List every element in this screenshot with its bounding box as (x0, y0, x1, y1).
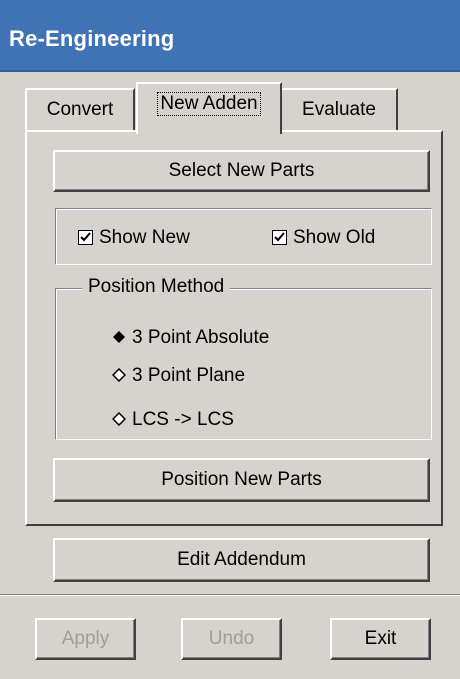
edit-addendum-button[interactable]: Edit Addendum (53, 538, 430, 582)
radio-3-point-absolute-label: 3 Point Absolute (132, 327, 270, 348)
select-new-parts-button[interactable]: Select New Parts (53, 150, 430, 192)
title-bar[interactable]: Re-Engineering (0, 0, 460, 72)
radio-3-point-absolute[interactable]: 3 Point Absolute (112, 325, 269, 351)
diamond-selected-icon (113, 331, 125, 343)
radio-3-point-plane[interactable]: 3 Point Plane (112, 363, 245, 389)
window-title: Re-Engineering (9, 26, 175, 51)
radio-lcs-to-lcs[interactable]: LCS -> LCS (112, 407, 234, 433)
footer-separator (0, 594, 460, 596)
show-old-check-icon[interactable] (272, 230, 287, 245)
show-old-checkbox[interactable]: Show Old (272, 226, 375, 250)
position-new-parts-button[interactable]: Position New Parts (53, 458, 430, 502)
undo-button[interactable]: Undo (181, 618, 282, 660)
diamond-unselected-icon (112, 368, 126, 382)
tab-new-adden[interactable]: New Adden (136, 82, 282, 134)
tab-convert[interactable]: Convert (25, 88, 135, 132)
tab-convert-label: Convert (46, 99, 114, 120)
show-new-checkbox[interactable]: Show New (78, 226, 190, 250)
show-new-label: Show New (99, 227, 190, 248)
tab-evaluate-label: Evaluate (302, 99, 376, 120)
show-old-label: Show Old (293, 227, 376, 248)
radio-lcs-to-lcs-label: LCS -> LCS (132, 409, 234, 430)
re-engineering-window: Re-Engineering Convert Evaluate New Adde… (0, 0, 460, 679)
diamond-unselected-icon (112, 412, 126, 426)
tab-new-adden-label: New Adden (157, 92, 261, 116)
apply-button[interactable]: Apply (35, 618, 136, 660)
radio-3-point-plane-label: 3 Point Plane (132, 365, 246, 386)
position-method-title: Position Method (82, 276, 231, 298)
tab-evaluate[interactable]: Evaluate (280, 88, 398, 132)
show-new-check-icon[interactable] (78, 230, 93, 245)
exit-button[interactable]: Exit (330, 618, 431, 660)
